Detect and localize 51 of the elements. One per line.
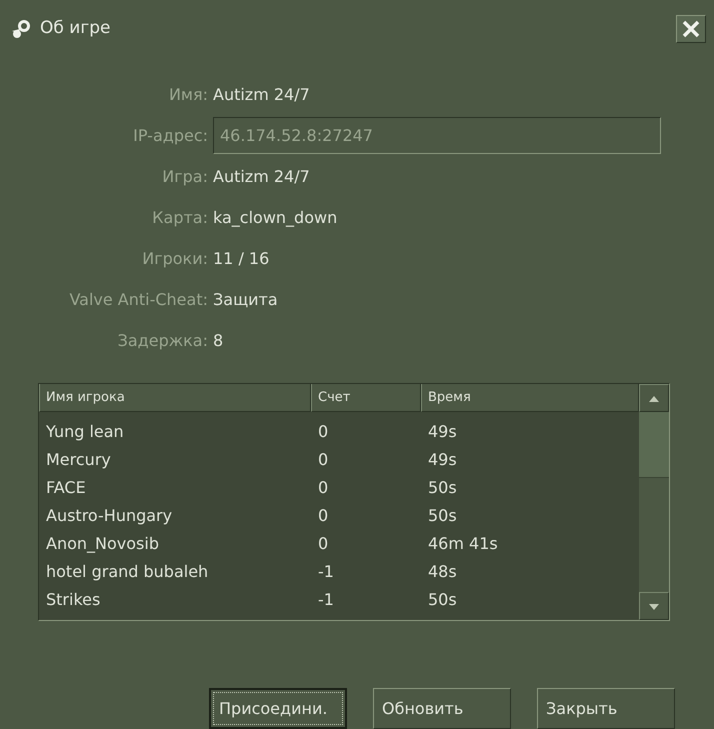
table-cell-text: 50s xyxy=(427,589,458,611)
column-header[interactable]: Имя игрока xyxy=(39,384,311,412)
scrollbar[interactable] xyxy=(639,384,669,620)
scroll-up-button[interactable] xyxy=(639,384,669,412)
table-cell-text: -1 xyxy=(317,561,335,583)
field-label: Задержка: xyxy=(116,330,209,352)
table-cell-text: Anon_Novosib xyxy=(45,533,160,555)
field-value: 11 / 16 xyxy=(213,248,270,270)
table-cell-text: Yung lean xyxy=(45,421,125,443)
field-label: IP-адрес: xyxy=(132,124,209,146)
up-arrow-icon xyxy=(649,396,659,402)
table-cell-text: -1 xyxy=(317,589,335,611)
table-cell-text: 0 xyxy=(317,449,330,471)
table-cell-text: FACE xyxy=(45,477,87,499)
table-cell-text: 48s xyxy=(427,561,458,583)
dialog-button[interactable]: Обновить xyxy=(373,688,511,729)
field-value: Защита xyxy=(213,288,278,310)
table-cell-text: Mercury xyxy=(45,449,112,471)
table-cell-text: hotel grand bubaleh xyxy=(45,561,210,583)
window-title: Об игре xyxy=(40,17,112,40)
column-header[interactable]: Счет xyxy=(311,384,421,412)
column-header[interactable]: Время xyxy=(421,384,639,412)
steam-icon xyxy=(10,18,32,40)
field-label: Карта: xyxy=(151,206,209,228)
table-cell-text: Strikes xyxy=(45,589,102,611)
table-cell-text: 0 xyxy=(317,533,330,555)
down-arrow-icon xyxy=(649,604,659,610)
table-cell-text: 49s xyxy=(427,449,458,471)
field-value: 8 xyxy=(213,330,224,352)
scroll-thumb[interactable] xyxy=(639,412,669,478)
close-icon xyxy=(681,19,701,39)
scroll-down-button[interactable] xyxy=(639,592,669,620)
dialog-button[interactable]: Закрыть xyxy=(537,688,675,729)
field-label: Игроки: xyxy=(141,248,209,270)
field-value: Autizm 24/7 xyxy=(213,84,310,106)
table-cell-text: 50s xyxy=(427,477,458,499)
field-label: Игра: xyxy=(161,166,209,188)
table-cell-text: 0 xyxy=(317,421,330,443)
dialog-button[interactable]: Присоедини. xyxy=(209,688,347,729)
ip-address-field[interactable]: 46.174.52.8:27247 xyxy=(213,117,661,154)
table-cell-text: 49s xyxy=(427,421,458,443)
table-cell-text: 0 xyxy=(317,505,330,527)
field-value: Autizm 24/7 xyxy=(213,166,310,188)
table-cell-text: Austro-Hungary xyxy=(45,505,174,527)
table-cell-text: 0 xyxy=(317,477,330,499)
field-label: Valve Anti-Cheat: xyxy=(68,288,209,310)
field-label: Имя: xyxy=(168,84,209,106)
field-value: ka_clown_down xyxy=(213,206,338,229)
table-cell-text: 50s xyxy=(427,505,458,527)
close-button[interactable] xyxy=(676,15,706,43)
table-cell-text: 46m 41s xyxy=(427,533,499,555)
